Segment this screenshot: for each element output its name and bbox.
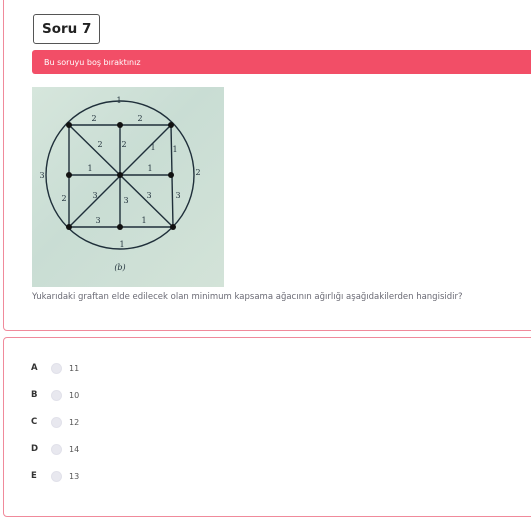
option-d[interactable]: D 14 <box>31 442 79 456</box>
graph-node <box>66 224 72 230</box>
option-letter: B <box>31 390 38 400</box>
option-c[interactable]: C 12 <box>31 415 79 429</box>
graph-edge-label: 2 <box>97 140 102 149</box>
graph-node <box>168 172 174 178</box>
graph-edge-label: 2 <box>61 194 66 203</box>
option-value: 13 <box>69 471 80 481</box>
option-radio[interactable] <box>51 389 62 401</box>
option-radio[interactable] <box>51 443 62 455</box>
graph-edge-label: 3 <box>146 191 151 200</box>
graph-node <box>66 172 72 178</box>
graph-node <box>117 172 123 178</box>
question-text: Yukarıdaki graftan elde edilecek olan mi… <box>32 292 463 302</box>
question-card: Soru 7 Bu soruyu boş bıraktınız 1 2 2 2 … <box>3 0 531 331</box>
graph-edge-label: 1 <box>150 143 155 152</box>
graph-edge-label: 1 <box>87 164 92 173</box>
graph-edge-label: 1 <box>147 164 152 173</box>
unanswered-alert: Bu soruyu boş bıraktınız <box>32 50 531 74</box>
answer-options-card: A 11 B 10 C 12 D 14 E 13 <box>3 337 531 517</box>
option-radio[interactable] <box>51 470 62 482</box>
option-value: 11 <box>69 363 80 373</box>
graph-node <box>66 122 72 128</box>
option-letter: D <box>31 444 39 454</box>
option-letter: A <box>31 363 38 373</box>
graph-node <box>170 224 176 230</box>
graph-edge-label: 1 <box>172 145 177 154</box>
graph-edge-label: 3 <box>92 191 97 200</box>
graph-edge-label: 2 <box>91 114 96 123</box>
graph-edge-label: 3 <box>123 196 128 205</box>
graph-node <box>117 224 123 230</box>
graph-node <box>168 122 174 128</box>
graph-caption: (b) <box>114 263 125 272</box>
option-a[interactable]: A 11 <box>31 361 79 375</box>
option-value: 12 <box>69 417 80 427</box>
option-value: 14 <box>69 444 80 454</box>
graph-drawing: 1 2 2 2 2 1 1 3 1 1 2 2 3 3 3 3 3 1 1 (b… <box>39 96 200 272</box>
graph-edge-label: 3 <box>39 171 44 180</box>
graph-edge-label: 3 <box>175 191 180 200</box>
option-letter: E <box>31 471 37 481</box>
option-value: 10 <box>69 390 80 400</box>
graph-figure-image: 1 2 2 2 2 1 1 3 1 1 2 2 3 3 3 3 3 1 1 (b… <box>32 87 224 287</box>
graph-edge-label: 3 <box>95 216 100 225</box>
graph-edge-label: 1 <box>116 96 121 105</box>
graph-edge-label: 2 <box>195 168 200 177</box>
graph-edge-label: 2 <box>121 140 126 149</box>
option-radio[interactable] <box>51 362 62 374</box>
graph-edge-label: 2 <box>137 114 142 123</box>
option-radio[interactable] <box>51 416 62 428</box>
option-e[interactable]: E 13 <box>31 469 79 483</box>
option-letter: C <box>31 417 38 427</box>
graph-edge-label: 1 <box>141 216 146 225</box>
graph-node <box>117 122 123 128</box>
option-b[interactable]: B 10 <box>31 388 79 402</box>
graph-edge-label: 1 <box>119 240 124 249</box>
question-number-badge: Soru 7 <box>33 14 101 44</box>
